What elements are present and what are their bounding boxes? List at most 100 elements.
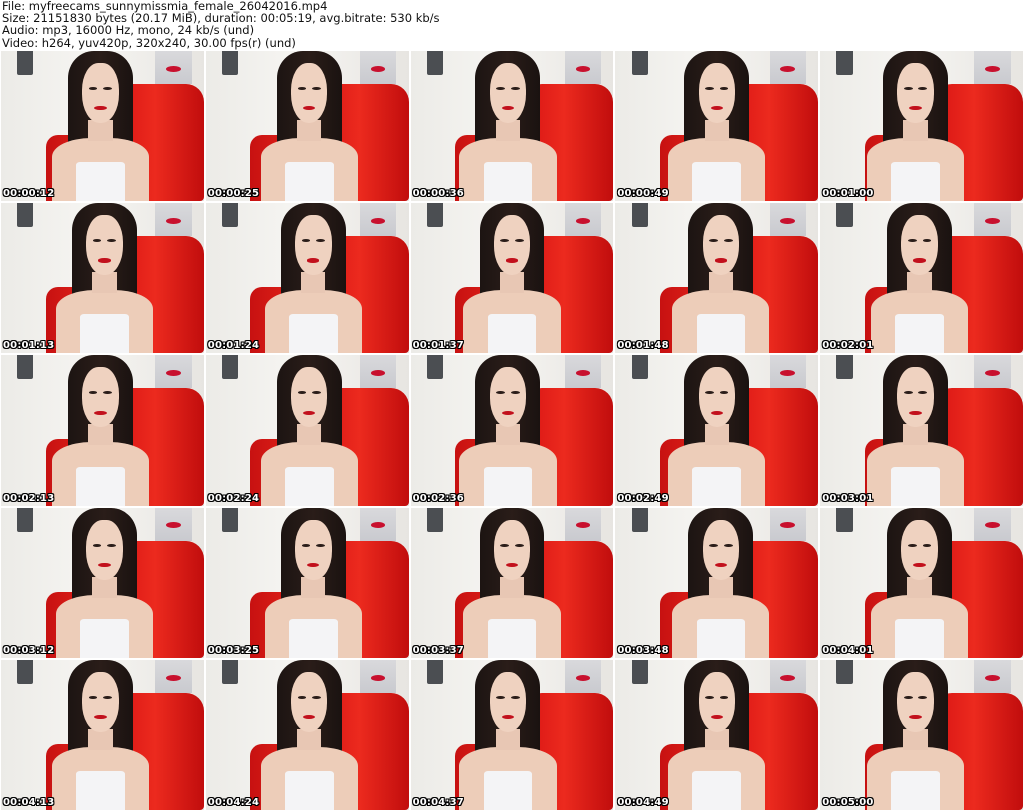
frame-image (410, 659, 614, 810)
eye (922, 543, 932, 547)
thumbnail-timestamp: 00:01:48 (617, 340, 669, 352)
eye (297, 695, 307, 699)
wall-shelf (222, 659, 239, 684)
person-neck (301, 576, 326, 598)
wall-shelf (222, 51, 239, 76)
frame-image (615, 51, 819, 202)
red-lips (307, 562, 320, 568)
person-face (290, 671, 328, 732)
person-face (82, 63, 119, 124)
person-neck (297, 728, 322, 750)
eye (907, 543, 917, 547)
white-top (891, 770, 940, 810)
wall-shelf (631, 355, 648, 380)
person-face (86, 215, 123, 276)
eye (88, 87, 98, 91)
wall-shelf (836, 51, 853, 76)
video-thumbnail: 00:04:13 (0, 658, 205, 811)
frame-image (820, 659, 1023, 810)
eye (88, 391, 98, 395)
eye (719, 87, 729, 91)
poster-lips (985, 370, 1000, 377)
thumbnail-timestamp: 00:04:37 (412, 796, 464, 808)
wall-shelf (17, 355, 34, 380)
wall-shelf (17, 51, 34, 76)
video-thumbnail: 00:01:00 (819, 50, 1024, 203)
poster-lips (780, 218, 796, 224)
lips-poster (974, 355, 1011, 389)
frame-image (820, 507, 1023, 658)
person-face (295, 215, 332, 276)
video-thumbnail: 00:05:00 (819, 658, 1024, 811)
person-neck (92, 272, 117, 294)
thumbnail-timestamp: 00:04:01 (822, 644, 874, 656)
eye (107, 239, 117, 243)
white-top (80, 618, 129, 658)
white-top (895, 618, 944, 658)
lips-poster (769, 355, 807, 389)
video-thumbnail: 00:03:48 (614, 506, 820, 659)
person-face (698, 63, 736, 124)
eye (510, 695, 520, 699)
white-top (483, 162, 533, 202)
eye (92, 543, 102, 547)
eye (922, 239, 932, 243)
eye (903, 87, 913, 91)
frame-image (615, 659, 819, 810)
wall-shelf (17, 659, 34, 684)
wall-shelf (836, 203, 853, 228)
thumbnail-timestamp: 00:01:24 (207, 340, 260, 352)
red-lips (501, 715, 515, 720)
white-top (891, 162, 940, 202)
white-top (696, 314, 746, 354)
thumbnail-timestamp: 00:05:00 (822, 796, 874, 808)
video-thumbnail: 00:04:01 (819, 506, 1024, 659)
person-neck (704, 424, 729, 446)
video-thumbnail: 00:03:12 (0, 506, 205, 659)
white-top (692, 770, 742, 810)
video-thumbnail: 00:02:36 (409, 354, 615, 507)
person-neck (704, 728, 729, 750)
person-face (489, 671, 527, 732)
video-thumbnail: 00:00:25 (204, 50, 410, 203)
red-lips (302, 106, 316, 111)
poster-lips (575, 522, 591, 529)
poster-lips (370, 65, 386, 72)
eye (312, 695, 321, 699)
poster-lips (985, 65, 1000, 72)
poster-lips (370, 674, 386, 681)
video-thumbnail: 00:00:49 (614, 50, 820, 203)
poster-lips (575, 218, 591, 224)
red-lips (302, 715, 316, 720)
wall-shelf (17, 507, 34, 532)
thumbnail-timestamp: 00:02:13 (3, 492, 55, 504)
white-top (76, 162, 125, 202)
person-neck (301, 272, 326, 294)
eye (705, 87, 714, 91)
frame-image (1, 507, 204, 658)
frame-image (1, 659, 204, 810)
person-neck (495, 424, 521, 446)
wall-shelf (426, 203, 444, 228)
white-top (288, 618, 338, 658)
video-thumbnail: 00:02:01 (819, 202, 1024, 355)
person-face (702, 519, 740, 580)
thumbnail-timestamp: 00:04:24 (207, 796, 260, 808)
lips-poster (359, 203, 397, 237)
white-top (284, 162, 334, 202)
wall-shelf (222, 507, 239, 532)
person-face (702, 215, 740, 276)
red-lips (505, 258, 519, 263)
person-neck (88, 728, 113, 750)
poster-lips (985, 218, 1000, 224)
poster-lips (780, 65, 796, 72)
poster-lips (166, 370, 181, 377)
eye (510, 391, 520, 395)
thumbnail-timestamp: 00:03:12 (3, 644, 55, 656)
poster-lips (166, 218, 181, 224)
eye (496, 695, 505, 699)
person-face (82, 367, 119, 428)
video-thumbnail: 00:04:24 (204, 658, 410, 811)
thumbnail-timestamp: 00:01:37 (412, 340, 464, 352)
lips-poster (769, 51, 807, 85)
